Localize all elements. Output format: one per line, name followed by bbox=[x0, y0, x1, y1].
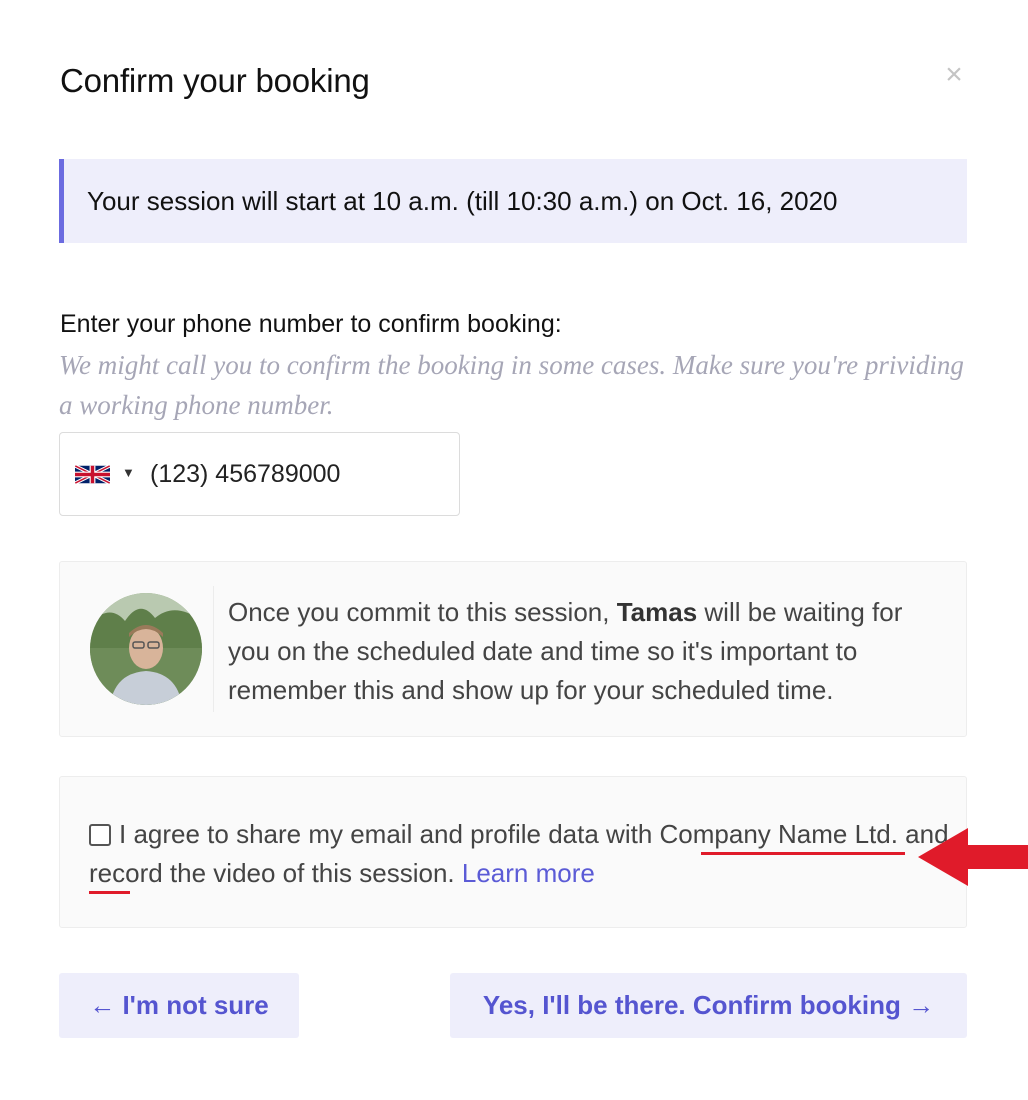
phone-field[interactable]: ▼ bbox=[59, 432, 460, 516]
learn-more-link[interactable]: Learn more bbox=[462, 858, 595, 888]
consent-checkbox[interactable] bbox=[89, 824, 111, 846]
phone-label: Enter your phone number to confirm booki… bbox=[60, 310, 562, 338]
card-divider bbox=[213, 586, 214, 712]
phone-help-text: We might call you to confirm the booking… bbox=[59, 350, 964, 420]
dialog-title: Confirm your booking bbox=[60, 62, 370, 99]
annotation-underline bbox=[701, 852, 905, 855]
not-sure-button[interactable]: ← I'm not sure bbox=[59, 973, 299, 1038]
session-notice: Your session will start at 10 a.m. (till… bbox=[59, 159, 967, 243]
host-text-before: Once you commit to this session, bbox=[228, 597, 617, 627]
uk-flag-icon[interactable] bbox=[75, 465, 110, 484]
host-name: Tamas bbox=[616, 597, 698, 627]
phone-input[interactable] bbox=[150, 451, 450, 497]
host-avatar bbox=[90, 593, 202, 705]
annotation-arrow-icon bbox=[918, 828, 1028, 886]
confirm-booking-button[interactable]: Yes, I'll be there. Confirm booking → bbox=[450, 973, 967, 1038]
session-notice-text: Your session will start at 10 a.m. (till… bbox=[87, 185, 838, 216]
host-commitment-text: Once you commit to this session, Tamas w… bbox=[228, 593, 948, 710]
annotation-underline bbox=[89, 891, 130, 894]
close-icon[interactable]: × bbox=[940, 60, 968, 90]
host-commitment-card: Once you commit to this session, Tamas w… bbox=[59, 561, 967, 737]
country-dropdown-caret-icon[interactable]: ▼ bbox=[122, 465, 135, 480]
